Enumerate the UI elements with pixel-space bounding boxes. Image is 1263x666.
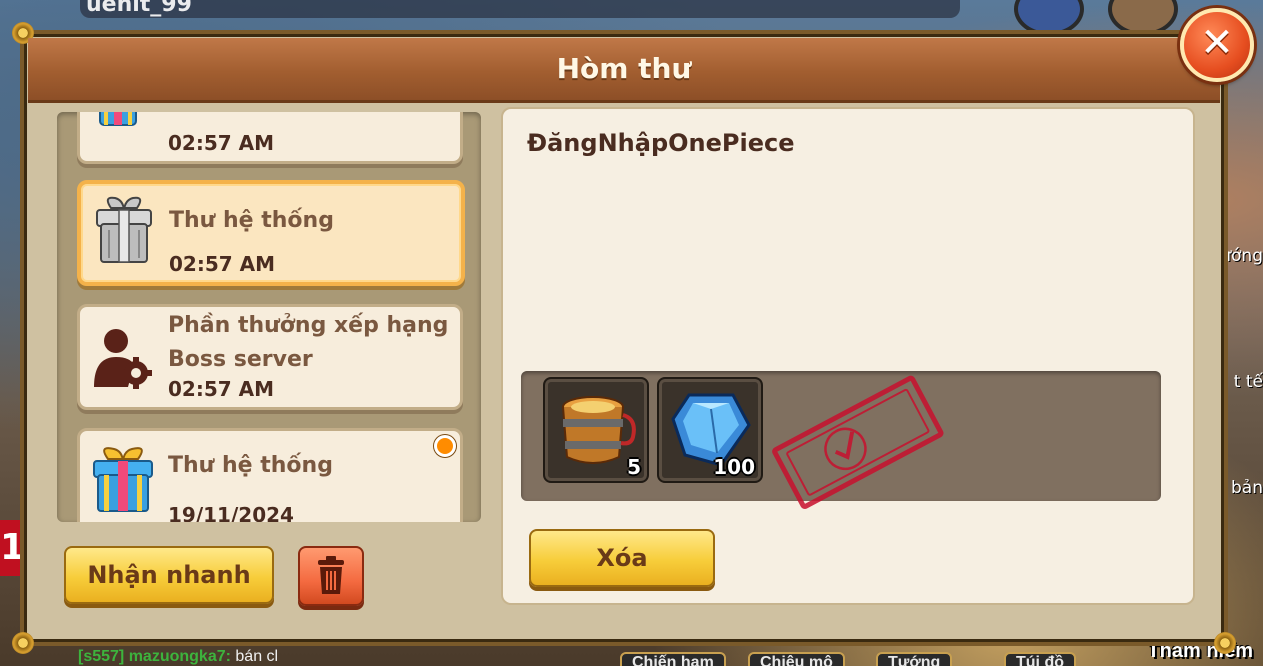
- player-name: uenlt_99: [86, 0, 192, 17]
- trash-button[interactable]: [298, 546, 364, 606]
- mail-list-item[interactable]: Thư hệ thống 19/11/2024: [77, 428, 463, 522]
- close-icon: ✕: [1200, 20, 1234, 66]
- mail-subject: ĐăngNhậpOnePiece: [527, 129, 795, 157]
- mail-list-item[interactable]: Phần thưởng xếp hạng Boss server 02:57 A…: [77, 304, 463, 410]
- tab-chien-ham[interactable]: Chiến hạm: [620, 652, 726, 666]
- reward-slot[interactable]: 5: [543, 377, 649, 483]
- mail-list-item[interactable]: 02:57 AM: [77, 112, 463, 164]
- dialog-title: Hòm thư: [556, 52, 692, 85]
- reward-slot[interactable]: 100: [657, 377, 763, 483]
- close-button[interactable]: ✕: [1180, 8, 1254, 82]
- mail-title: Phần thưởng xếp hạng Boss server: [168, 313, 449, 372]
- reward-quantity: 5: [627, 455, 641, 479]
- mail-list[interactable]: 02:57 AM Thư hệ thống 02:57 AM Phần thưở…: [57, 112, 481, 522]
- side-label-2: t tế: [1233, 372, 1263, 392]
- trash-icon: [318, 556, 344, 594]
- mail-time: 19/11/2024: [168, 503, 294, 522]
- gift-box-icon: [93, 447, 153, 512]
- user-gear-icon: [94, 329, 152, 389]
- left-badge: 18: [0, 520, 20, 576]
- reward-quantity: 100: [713, 455, 755, 479]
- tab-tuong[interactable]: Tướng: [876, 652, 953, 666]
- quick-claim-button[interactable]: Nhận nhanh: [64, 546, 274, 604]
- mail-detail-panel: ĐăngNhậpOnePiece 5 100 Xóa: [501, 107, 1195, 605]
- dialog-titlebar: Hòm thư: [28, 38, 1220, 103]
- silver-gift-icon: [96, 196, 152, 263]
- delete-button[interactable]: Xóa: [529, 529, 715, 587]
- mailbox-dialog: Hòm thư 02:57 AM Thư hệ thống 02:57 AM P…: [12, 22, 1236, 654]
- tab-chieu-mo[interactable]: Chiêu mộ: [748, 652, 845, 666]
- corner-ornament: [12, 632, 34, 654]
- reward-box: 5 100: [521, 371, 1161, 509]
- chat-sender: [s557] mazuongka7:: [78, 648, 231, 665]
- chat-message: bán cl: [235, 648, 279, 665]
- corner-ornament: [1214, 632, 1236, 654]
- side-label-3: bản: [1231, 478, 1263, 498]
- check-stamp-icon: [772, 375, 944, 509]
- chat-line: [s557] mazuongka7: bán cl: [78, 648, 278, 666]
- top-hud-strip: [80, 0, 960, 18]
- mail-time: 02:57 AM: [168, 377, 275, 401]
- mail-list-item-selected[interactable]: Thư hệ thống 02:57 AM: [77, 180, 465, 286]
- mail-title: Thư hệ thống: [168, 453, 333, 478]
- mail-time: 02:57 AM: [168, 131, 275, 155]
- mail-title: Thư hệ thống: [169, 208, 334, 233]
- gift-box-icon: [99, 112, 137, 126]
- mail-time: 02:57 AM: [169, 252, 276, 276]
- tab-tui-do[interactable]: Túi đồ: [1004, 652, 1076, 666]
